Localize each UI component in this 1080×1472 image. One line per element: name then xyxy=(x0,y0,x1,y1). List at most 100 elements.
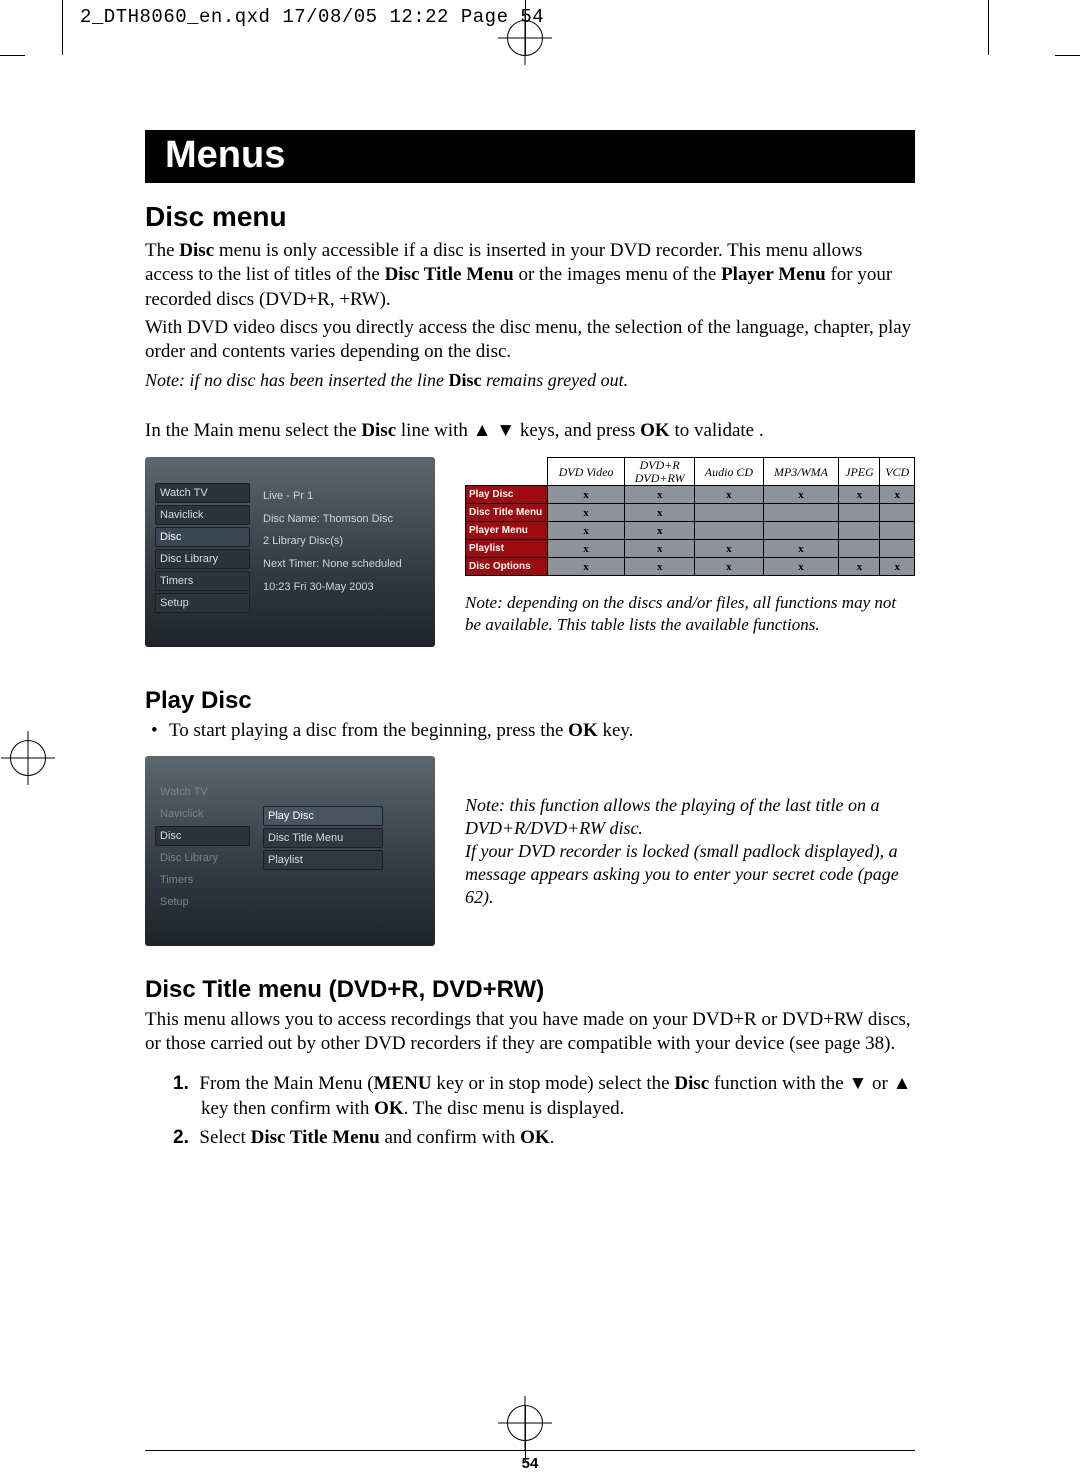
text: Select xyxy=(199,1127,250,1148)
text: . xyxy=(550,1127,555,1148)
cell: x xyxy=(625,540,695,558)
menu-item-setup: Setup xyxy=(155,593,250,613)
disc-menu-instruction: In the Main menu select the Disc line wi… xyxy=(145,419,915,443)
cell: x xyxy=(880,558,915,576)
text: In the Main menu select the xyxy=(145,420,361,441)
function-table-wrap: DVD Video DVD+RDVD+RW Audio CD MP3/WMA J… xyxy=(465,457,915,635)
col-dvd-video: DVD Video xyxy=(548,458,625,486)
text: and confirm with xyxy=(380,1127,520,1148)
text: or xyxy=(867,1073,892,1094)
source-file-header: 2_DTH8060_en.qxd 17/08/05 12:22 Page 54 xyxy=(80,6,544,28)
note-line: If your DVD recorder is locked (small pa… xyxy=(465,840,905,909)
text: The xyxy=(145,240,179,261)
text-bold: Disc xyxy=(361,420,396,441)
menu-item-timers: Timers xyxy=(155,870,250,890)
up-arrow-icon: ▲ xyxy=(893,1073,912,1094)
text-bold: Disc xyxy=(674,1073,709,1094)
crop-mark xyxy=(62,0,63,55)
menu-item-watch-tv: Watch TV xyxy=(155,782,250,802)
screenshot-main-menu: Watch TV Naviclick Disc Disc Library Tim… xyxy=(145,457,435,647)
cell: x xyxy=(763,558,839,576)
cell: x xyxy=(880,486,915,504)
text-bold: OK xyxy=(568,720,598,741)
list-item: 2. Select Disc Title Menu and confirm wi… xyxy=(173,1126,915,1151)
text-bold: OK xyxy=(640,420,670,441)
menu-item-disc-library: Disc Library xyxy=(155,549,250,569)
text-bold: MENU xyxy=(374,1073,432,1094)
menu-item-setup: Setup xyxy=(155,892,250,912)
page-content: Menus Disc menu The Disc menu is only ac… xyxy=(145,130,915,1472)
text: . The disc menu is displayed. xyxy=(404,1098,625,1119)
crop-mark xyxy=(1055,55,1080,56)
list-item: To start playing a disc from the beginni… xyxy=(169,719,915,743)
submenu-column: Play Disc Disc Title Menu Playlist xyxy=(263,806,383,872)
menu-item-disc: Disc xyxy=(155,527,250,547)
menu-item-timers: Timers xyxy=(155,571,250,591)
submenu-item-playlist: Playlist xyxy=(263,850,383,870)
cell: x xyxy=(625,558,695,576)
list-item: 1. From the Main Menu (MENU key or in st… xyxy=(173,1072,915,1121)
table-row: Disc Title Menu x x . . . . xyxy=(466,504,915,522)
screenshot-disc-submenu: Watch TV Naviclick Disc Disc Library Tim… xyxy=(145,756,435,946)
disc-menu-paragraph-2: With DVD video discs you directly access… xyxy=(145,316,915,365)
row-label: Disc Title Menu xyxy=(466,504,548,522)
play-disc-list: To start playing a disc from the beginni… xyxy=(145,719,915,743)
menu-column: Watch TV Naviclick Disc Disc Library Tim… xyxy=(155,782,250,914)
submenu-item-disc-title-menu: Disc Title Menu xyxy=(263,828,383,848)
col-vcd: VCD xyxy=(880,458,915,486)
text-bold: Disc Title Menu xyxy=(251,1127,380,1148)
disc-menu-paragraph-1: The Disc menu is only accessible if a di… xyxy=(145,239,915,312)
disc-menu-note: Note: if no disc has been inserted the l… xyxy=(145,369,915,392)
crop-mark xyxy=(0,55,25,56)
row-shot-and-table: Watch TV Naviclick Disc Disc Library Tim… xyxy=(145,457,915,647)
text: From the Main Menu ( xyxy=(199,1073,373,1094)
down-arrow-icon: ▼ xyxy=(496,420,515,441)
note-line: Note: this function allows the playing o… xyxy=(465,794,905,840)
heading-disc-title-menu: Disc Title menu (DVD+R, DVD+RW) xyxy=(145,976,915,1004)
menu-item-naviclick: Naviclick xyxy=(155,505,250,525)
cell: x xyxy=(548,540,625,558)
cell: x xyxy=(763,540,839,558)
page-number: 54 xyxy=(145,1455,915,1472)
cell: x xyxy=(695,486,763,504)
step-number: 2. xyxy=(173,1127,199,1148)
submenu-item-play-disc: Play Disc xyxy=(263,806,383,826)
text: keys, and press xyxy=(515,420,640,441)
text: key or in stop mode) select the xyxy=(432,1073,675,1094)
text: DVD+RDVD+RW xyxy=(635,458,685,485)
row-label: Playlist xyxy=(466,540,548,558)
cell: . xyxy=(695,522,763,540)
cell: . xyxy=(880,540,915,558)
menu-item-watch-tv: Watch TV xyxy=(155,483,250,503)
cell: x xyxy=(625,522,695,540)
text-bold: Player Menu xyxy=(721,264,826,285)
down-arrow-icon: ▼ xyxy=(848,1073,867,1094)
col-dvdr: DVD+RDVD+RW xyxy=(625,458,695,486)
menu-item-naviclick: Naviclick xyxy=(155,804,250,824)
cell: x xyxy=(695,558,763,576)
info-line: 2 Library Disc(s) xyxy=(263,530,427,553)
function-table: DVD Video DVD+RDVD+RW Audio CD MP3/WMA J… xyxy=(465,457,915,576)
function-table-note: Note: depending on the discs and/or file… xyxy=(465,592,915,635)
step-number: 1. xyxy=(173,1073,199,1094)
info-column: Live - Pr 1 Disc Name: Thomson Disc 2 Li… xyxy=(263,485,427,598)
row-label: Disc Options xyxy=(466,558,548,576)
cell: . xyxy=(695,504,763,522)
page-title: Menus xyxy=(145,130,915,183)
col-audio-cd: Audio CD xyxy=(695,458,763,486)
cell: x xyxy=(548,504,625,522)
info-line: Next Timer: None scheduled xyxy=(263,553,427,576)
up-arrow-icon: ▲ xyxy=(473,420,492,441)
row-shot2-and-note: Watch TV Naviclick Disc Disc Library Tim… xyxy=(145,756,915,956)
table-row: Disc Options x x x x x x xyxy=(466,558,915,576)
text-bold: OK xyxy=(374,1098,404,1119)
cell: x xyxy=(625,504,695,522)
cell: x xyxy=(839,558,880,576)
info-line: Live - Pr 1 xyxy=(263,485,427,508)
disc-title-paragraph: This menu allows you to access recording… xyxy=(145,1008,915,1057)
cell: . xyxy=(880,522,915,540)
cell: x xyxy=(625,486,695,504)
text: key. xyxy=(598,720,634,741)
heading-play-disc: Play Disc xyxy=(145,687,915,715)
cell: x xyxy=(763,486,839,504)
